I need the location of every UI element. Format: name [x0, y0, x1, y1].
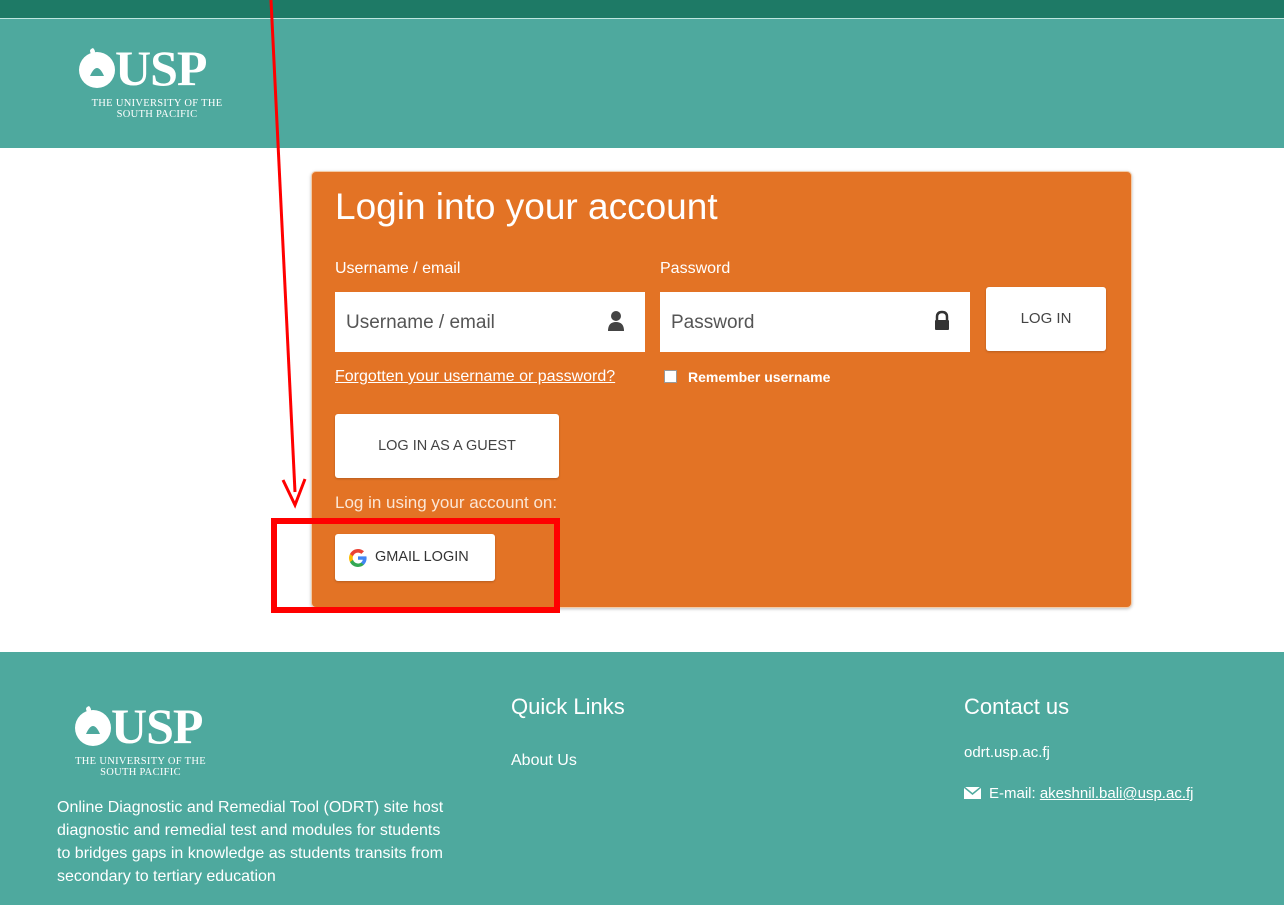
logo-subtitle: THE UNIVERSITY OF THE SOUTH PACIFIC: [77, 98, 237, 120]
site-footer: USP THE UNIVERSITY OF THE SOUTH PACIFIC …: [0, 652, 1284, 905]
annotation-highlight-box: [271, 518, 560, 613]
site-header: USP THE UNIVERSITY OF THE SOUTH PACIFIC: [0, 0, 1284, 148]
site-url: odrt.usp.ac.fj: [964, 744, 1050, 761]
contact-email-row: E-mail: akeshnil.bali@usp.ac.fj: [964, 785, 1193, 802]
guest-login-button[interactable]: LOG IN AS A GUEST: [335, 414, 559, 478]
remember-label: Remember username: [688, 369, 831, 385]
footer-logo-text: USP: [111, 698, 203, 754]
header-strip: [0, 0, 1284, 19]
lock-icon: [935, 310, 949, 330]
password-placeholder: Password: [671, 312, 755, 333]
password-label: Password: [660, 260, 731, 277]
user-icon: [608, 311, 624, 331]
logo-subtitle-line2: SOUTH PACIFIC: [116, 109, 198, 120]
site-description: Online Diagnostic and Remedial Tool (ODR…: [57, 799, 444, 885]
forgot-password-link[interactable]: Forgotten your username or password?: [335, 368, 615, 386]
quick-links-heading: Quick Links: [511, 694, 625, 719]
envelope-icon: [964, 787, 981, 799]
logo-text: USP: [115, 40, 207, 96]
remember-username-checkbox[interactable]: Remember username: [664, 369, 830, 385]
email-prefix: E-mail:: [989, 785, 1036, 802]
password-input[interactable]: Password: [660, 292, 970, 352]
checkbox-box[interactable]: [664, 370, 677, 383]
contact-heading: Contact us: [964, 694, 1070, 719]
footer-logo-subtitle-line1: THE UNIVERSITY OF THE: [75, 756, 206, 767]
about-us-link[interactable]: About Us: [511, 752, 577, 770]
footer-logo-subtitle-line2: SOUTH PACIFIC: [100, 767, 181, 778]
username-label: Username / email: [335, 260, 461, 277]
login-title: Login into your account: [335, 186, 718, 227]
footer-logo-subtitle: THE UNIVERSITY OF THE SOUTH PACIFIC: [73, 756, 208, 778]
logo-subtitle-line1: THE UNIVERSITY OF THE: [91, 98, 223, 109]
login-button[interactable]: LOG IN: [986, 287, 1106, 351]
username-placeholder: Username / email: [346, 312, 495, 333]
alt-login-text: Log in using your account on:: [335, 493, 558, 512]
email-link[interactable]: akeshnil.bali@usp.ac.fj: [1040, 785, 1194, 802]
username-input[interactable]: Username / email: [335, 292, 645, 352]
